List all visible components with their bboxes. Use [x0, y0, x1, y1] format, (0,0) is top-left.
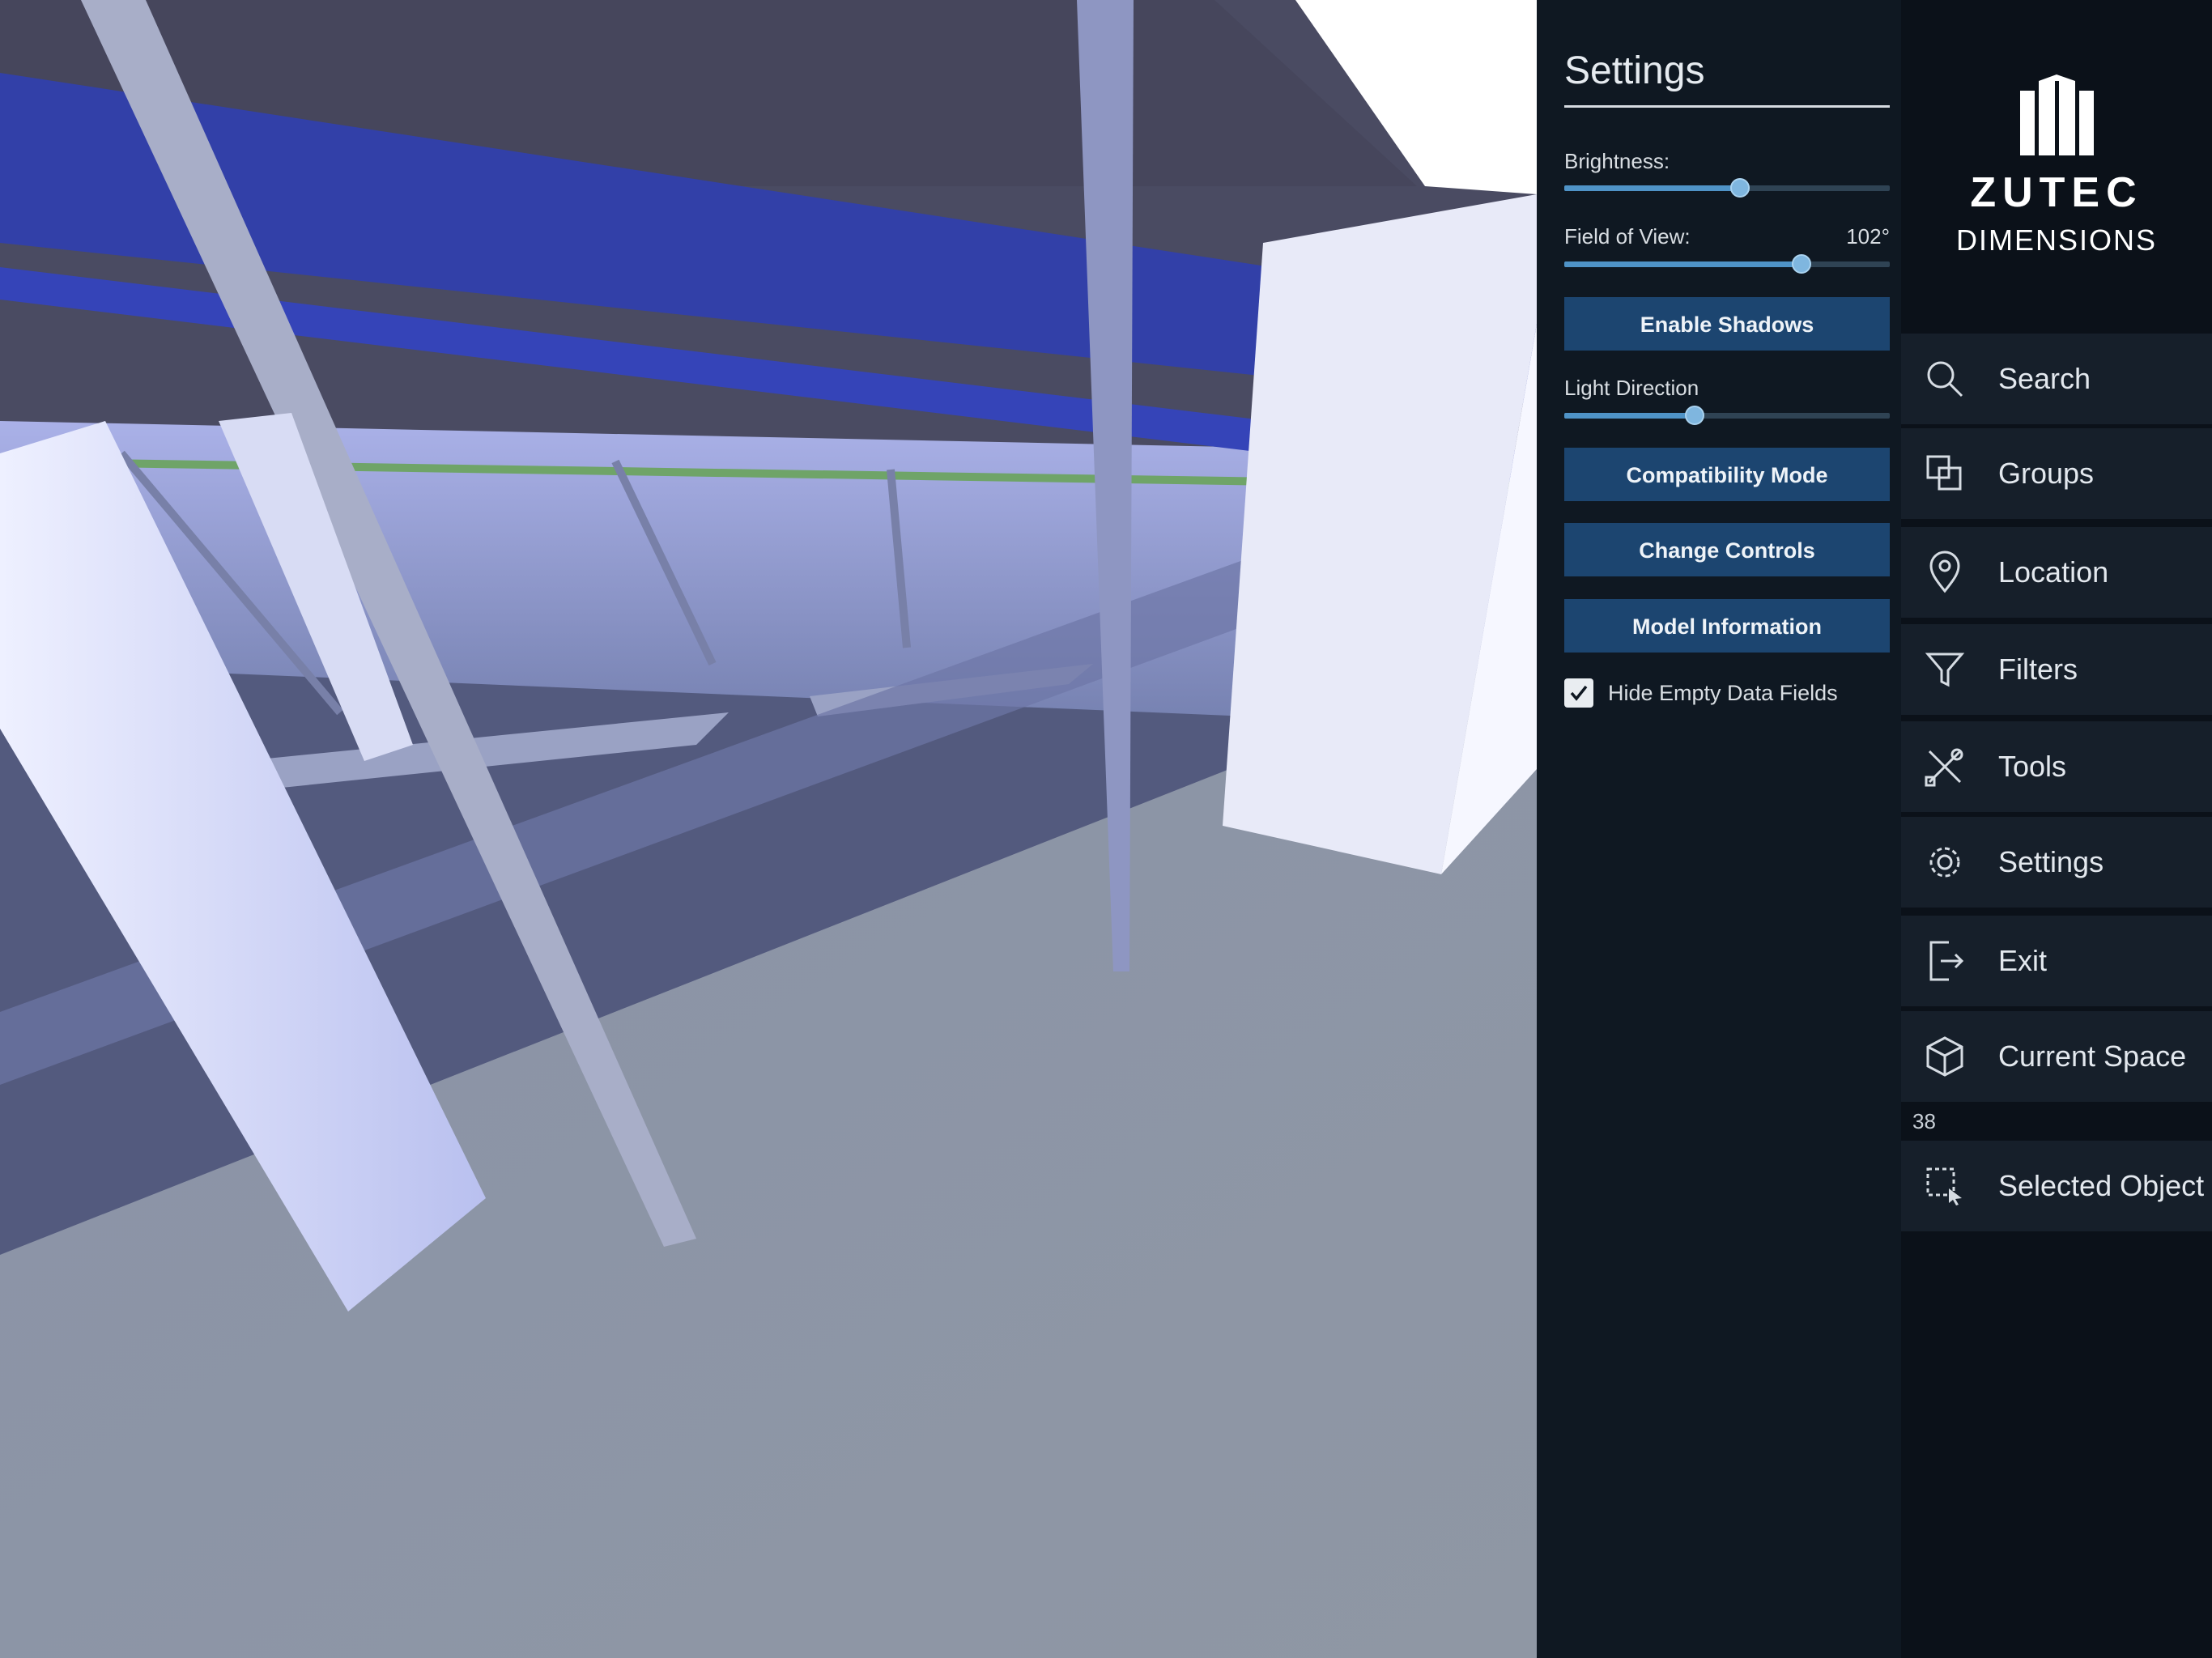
light-direction-slider-handle[interactable] [1684, 406, 1704, 425]
settings-title: Settings [1564, 49, 1705, 92]
filter-funnel-icon [1922, 647, 1967, 692]
nav-exit-label: Exit [1998, 944, 2048, 977]
cube-icon [1922, 1034, 1967, 1079]
nav-settings-label: Settings [1998, 845, 2104, 878]
brightness-slider-handle[interactable] [1730, 178, 1750, 198]
nav-settings[interactable]: Settings [1901, 817, 2212, 908]
hide-empty-data-fields-checkbox[interactable] [1564, 678, 1593, 708]
brand-subtitle: DIMENSIONS [1955, 223, 2158, 257]
change-controls-button[interactable]: Change Controls [1564, 523, 1890, 576]
light-direction-label: Light Direction [1564, 376, 1699, 400]
nav-current-space[interactable]: Current Space [1901, 1011, 2212, 1102]
exit-door-icon [1922, 938, 1967, 984]
nav-search[interactable]: Search [1901, 334, 2212, 424]
field-of-view-slider[interactable] [1564, 254, 1890, 274]
model-information-button[interactable]: Model Information [1564, 599, 1890, 653]
brand-wordmark: ZUTEC [1970, 169, 2143, 216]
nav-location[interactable]: Location [1901, 527, 2212, 618]
field-of-view-slider-handle[interactable] [1792, 254, 1812, 274]
gear-icon [1922, 840, 1967, 885]
selection-cursor-icon [1922, 1163, 1967, 1209]
brightness-label: Brightness: [1564, 149, 1670, 173]
nav-tools[interactable]: Tools [1901, 721, 2212, 812]
model-viewport[interactable] [0, 0, 1537, 1658]
location-pin-icon [1922, 550, 1967, 595]
hide-empty-data-fields-row[interactable]: Hide Empty Data Fields [1564, 677, 1838, 709]
nav-filters-label: Filters [1998, 653, 2078, 686]
brightness-slider[interactable] [1564, 178, 1890, 198]
light-direction-slider[interactable] [1564, 406, 1890, 425]
nav-groups[interactable]: Groups [1901, 428, 2212, 519]
nav-filters[interactable]: Filters [1901, 624, 2212, 715]
nav-current-space-label: Current Space [1998, 1039, 2187, 1073]
zutec-building-logo-icon [2020, 74, 2094, 155]
compatibility-mode-button[interactable]: Compatibility Mode [1564, 448, 1890, 501]
field-of-view-label: Field of View: [1564, 224, 1691, 249]
nav-exit[interactable]: Exit [1901, 916, 2212, 1006]
nav-search-label: Search [1998, 362, 2091, 395]
settings-panel: Settings Brightness: Field of View: 102°… [1537, 0, 1901, 1658]
search-icon [1922, 356, 1967, 402]
title-divider [1564, 105, 1890, 108]
current-space-count: 38 [1912, 1109, 1936, 1133]
nav-selected-object-label: Selected Object [1998, 1169, 2205, 1202]
hide-empty-data-fields-label: Hide Empty Data Fields [1608, 680, 1838, 705]
nav-tools-label: Tools [1998, 750, 2067, 783]
nav-location-label: Location [1998, 555, 2109, 589]
groups-icon [1922, 451, 1967, 496]
field-of-view-value: 102° [1846, 224, 1890, 249]
checkmark-icon [1570, 685, 1588, 701]
nav-selected-object[interactable]: Selected Object [1901, 1141, 2212, 1231]
tools-icon [1922, 744, 1967, 789]
model-render [0, 0, 1537, 1658]
nav-groups-label: Groups [1998, 457, 2095, 490]
enable-shadows-button[interactable]: Enable Shadows [1564, 297, 1890, 351]
nav-panel: ZUTEC DIMENSIONS Search Groups Location … [1901, 0, 2212, 1658]
